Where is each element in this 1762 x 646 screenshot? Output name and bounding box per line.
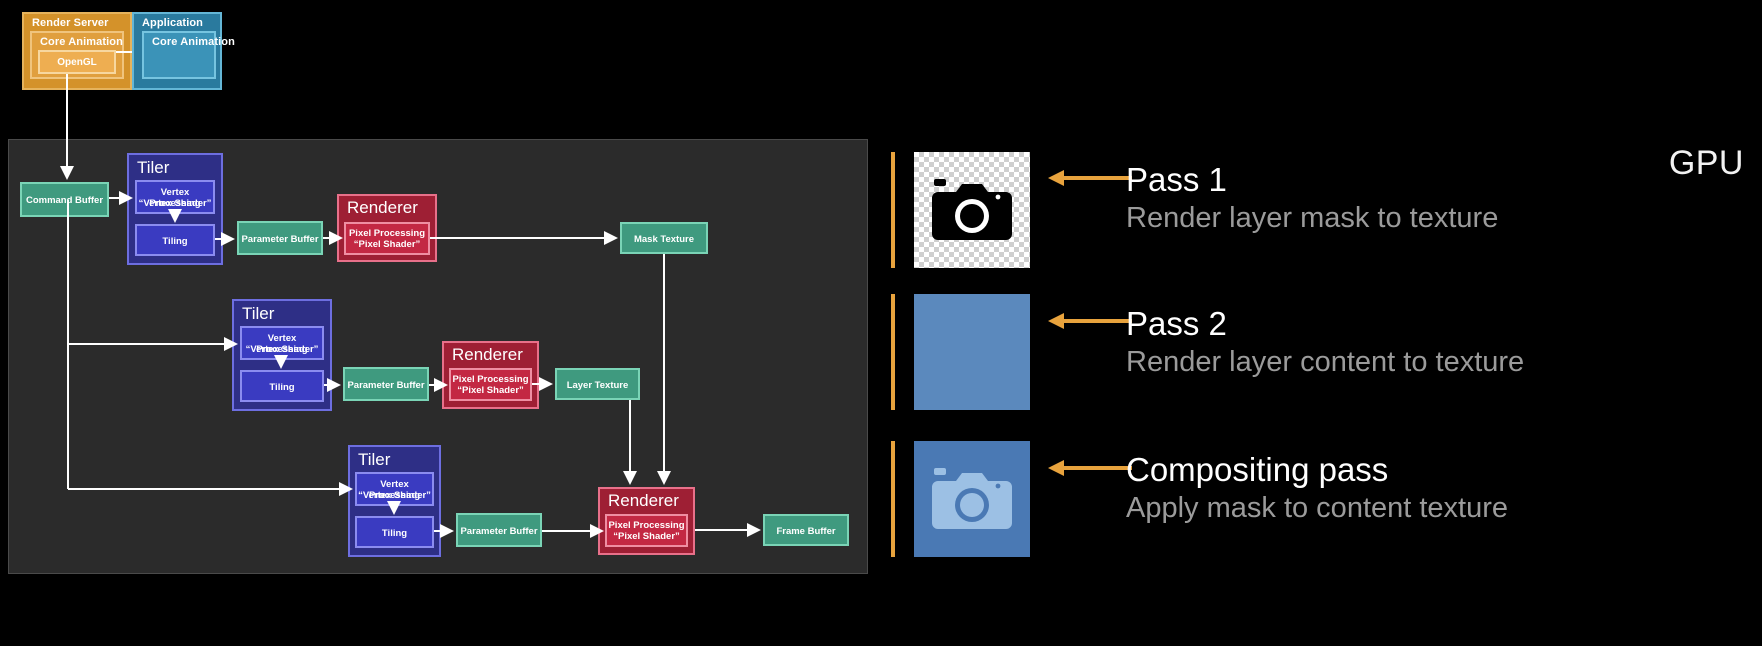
application-core-animation-box: Core Animation	[142, 31, 235, 79]
pass-1-accent-bar	[891, 152, 895, 268]
opengl-box: OpenGL	[38, 50, 116, 74]
pixel-processing-row1: Pixel Processing “Pixel Shader”	[344, 222, 430, 255]
tiling-row3-label: Tiling	[381, 528, 408, 539]
tiling-row2: Tiling	[240, 370, 324, 402]
pass-3-thumbnail	[914, 441, 1030, 557]
render-server-core-animation-label: Core Animation	[40, 36, 123, 48]
opengl-label: OpenGL	[57, 57, 97, 68]
camera-icon-black	[932, 179, 1012, 240]
parameter-buffer-row2: Parameter Buffer	[343, 367, 429, 401]
pixel-processing-row3: Pixel Processing “Pixel Shader”	[605, 514, 688, 547]
pass-2-subtitle: Render layer content to texture	[1126, 346, 1525, 378]
gpu-label: GPU	[1668, 144, 1744, 182]
pass-3-subtitle: Apply mask to content texture	[1126, 492, 1509, 524]
tiler-row1-title: Tiler	[137, 158, 170, 177]
vertex-processing-row1: Vertex Processing “Vertex Shader”	[135, 180, 215, 214]
pixel-processing-row3-line2: “Pixel Shader”	[613, 531, 680, 542]
application-core-animation-label: Core Animation	[152, 36, 235, 48]
tiling-row2-label: Tiling	[269, 382, 295, 393]
mask-texture-label: Mask Texture	[633, 234, 694, 245]
parameter-buffer-row3-label: Parameter Buffer	[460, 526, 538, 537]
pixel-processing-row2-line1: Pixel Processing	[452, 374, 529, 385]
tiling-row1: Tiling	[135, 224, 215, 256]
pixel-processing-row2-line2: “Pixel Shader”	[457, 385, 524, 396]
vertex-processing-row2: Vertex Processing “Vertex Shader”	[240, 326, 324, 360]
mask-texture-node: Mask Texture	[620, 222, 708, 254]
pass-3-title: Compositing pass	[1126, 451, 1389, 488]
render-server-title: Render Server	[32, 17, 109, 29]
pass-2-thumbnail	[914, 294, 1030, 410]
renderer-row3-title: Renderer	[608, 491, 679, 510]
pixel-processing-row1-line1: Pixel Processing	[348, 228, 426, 239]
command-buffer-label: Command Buffer	[25, 195, 104, 206]
pass-2-arrow	[1048, 313, 1132, 329]
pass-2-title: Pass 2	[1126, 305, 1227, 342]
parameter-buffer-row1: Parameter Buffer	[237, 221, 323, 255]
application-title: Application	[142, 17, 203, 29]
tiling-row3: Tiling	[355, 516, 434, 548]
vertex-processing-row3: Vertex Processing “Vertex Shader”	[355, 472, 434, 506]
vertex-processing-row1-line2: “Vertex Shader”	[138, 198, 212, 209]
pixel-processing-row3-line1: Pixel Processing	[608, 520, 685, 531]
pass-1-subtitle: Render layer mask to texture	[1126, 202, 1499, 234]
camera-icon-light-blue	[932, 468, 1012, 529]
pass-1-arrow	[1048, 170, 1132, 186]
frame-buffer-label: Frame Buffer	[776, 526, 836, 537]
parameter-buffer-row1-label: Parameter Buffer	[241, 234, 319, 245]
pass-3-arrow	[1048, 460, 1132, 476]
vertex-processing-row2-line2: “Vertex Shader”	[245, 344, 319, 355]
parameter-buffer-row2-label: Parameter Buffer	[347, 380, 425, 391]
layer-texture-label: Layer Texture	[566, 380, 629, 391]
renderer-row1-title: Renderer	[347, 198, 418, 217]
tiler-row2-title: Tiler	[242, 304, 275, 323]
pixel-processing-row2: Pixel Processing “Pixel Shader”	[449, 368, 532, 401]
renderer-row2-title: Renderer	[452, 345, 523, 364]
layer-texture-node: Layer Texture	[555, 368, 640, 400]
vertex-processing-row3-line2: “Vertex Shader”	[358, 490, 431, 501]
pass-2-accent-bar	[891, 294, 895, 410]
pixel-processing-row1-line2: “Pixel Shader”	[353, 239, 421, 250]
pass-3-accent-bar	[891, 441, 895, 557]
pass-1-title: Pass 1	[1126, 161, 1227, 198]
frame-buffer-node: Frame Buffer	[763, 514, 849, 546]
tiler-row3-title: Tiler	[358, 450, 391, 469]
parameter-buffer-row3: Parameter Buffer	[456, 513, 542, 547]
tiling-row1-label: Tiling	[162, 236, 188, 247]
pass-1-thumbnail	[914, 152, 1030, 268]
command-buffer-node: Command Buffer	[20, 182, 109, 217]
